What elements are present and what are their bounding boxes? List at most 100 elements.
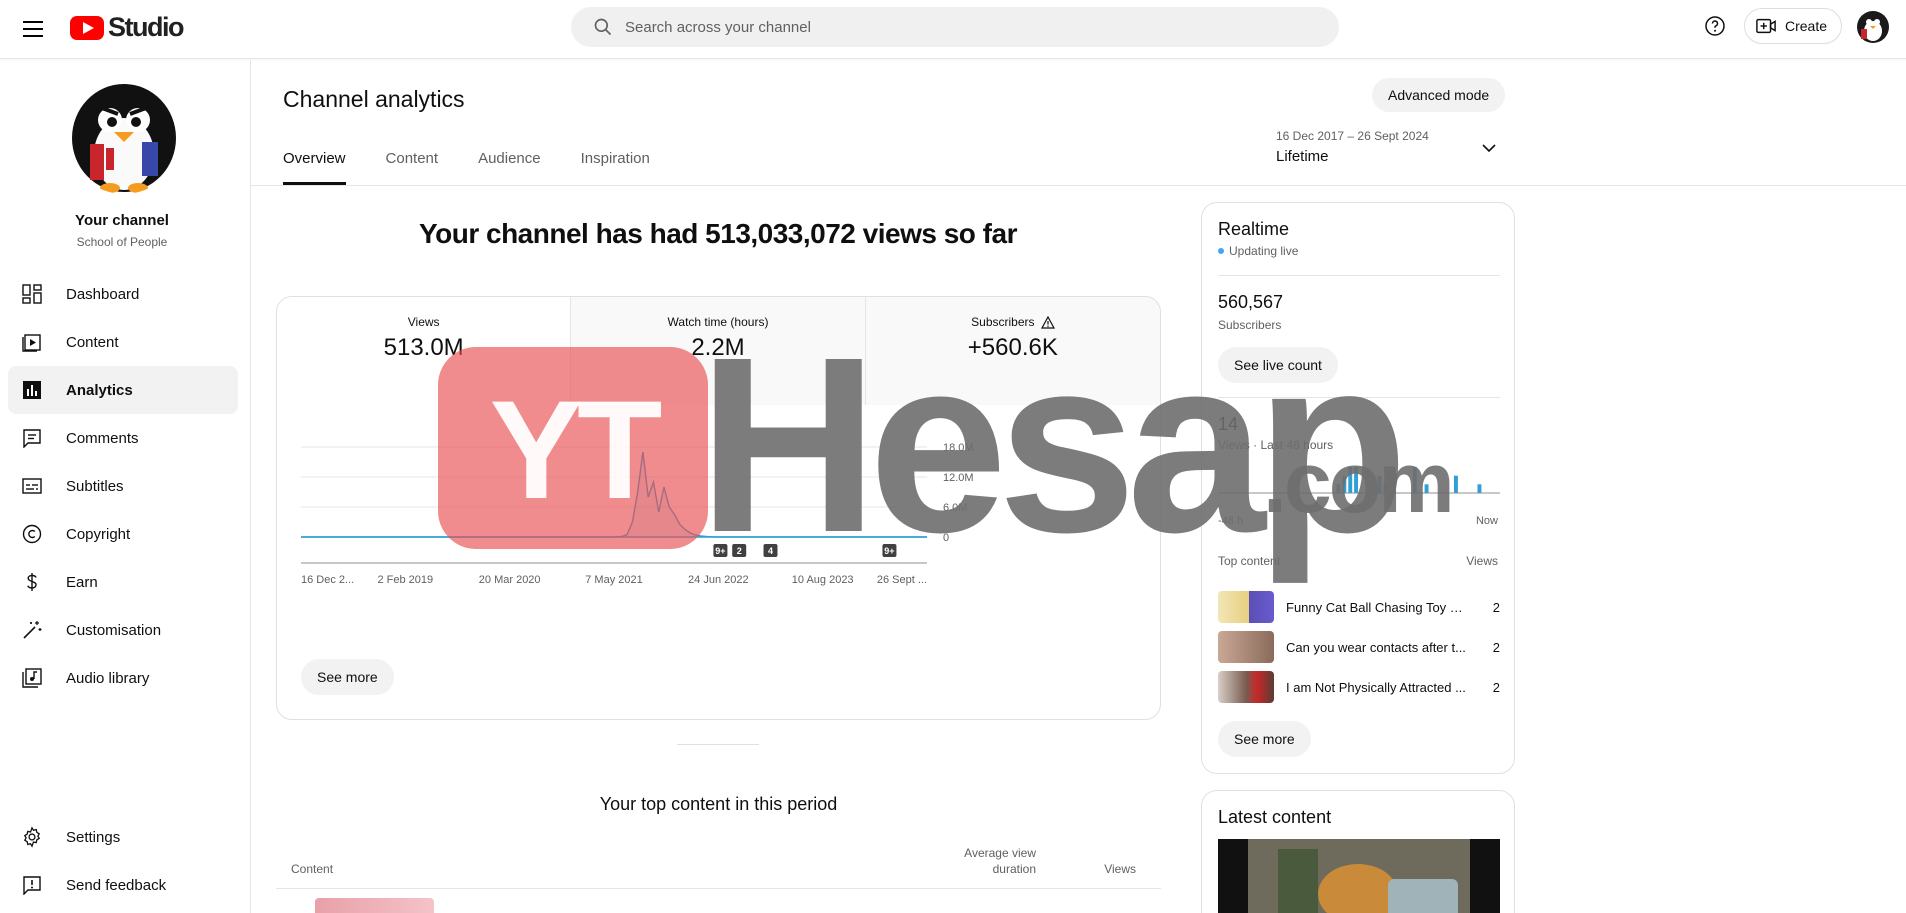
sidebar-item-comments[interactable]: Comments <box>8 414 238 462</box>
sidebar-item-earn[interactable]: Earn <box>8 558 238 606</box>
page-title: Channel analytics <box>283 86 465 112</box>
realtime-bar[interactable] <box>1454 475 1458 493</box>
sidebar-item-send-feedback[interactable]: Send feedback <box>8 861 238 909</box>
tab-inspiration[interactable]: Inspiration <box>581 150 650 185</box>
top-content-views-label: Views <box>1466 554 1498 568</box>
sidebar-bottom-nav: Settings Send feedback <box>8 813 238 909</box>
sidebar-item-label: Earn <box>66 573 98 591</box>
list-item[interactable]: I am Not Physically Attracted ... 2 <box>1218 667 1500 707</box>
see-more-button[interactable]: See more <box>301 659 394 695</box>
video-title: I am Not Physically Attracted ... <box>1286 679 1466 695</box>
video-thumbnail <box>1218 631 1274 663</box>
metric-subscribers[interactable]: Subscribers +560.6K <box>865 297 1160 405</box>
top-content-label: Top content <box>1218 554 1281 568</box>
realtime-bar[interactable] <box>1377 475 1382 493</box>
tab-audience[interactable]: Audience <box>478 150 541 185</box>
column-header-views[interactable]: Views <box>1066 862 1136 876</box>
overview-card: Views 513.0M Watch time (hours) 2.2M Sub… <box>276 296 1161 720</box>
metric-label: Watch time (hours) <box>667 315 769 329</box>
metric-watch-time[interactable]: Watch time (hours) 2.2M <box>571 297 866 405</box>
channel-avatar[interactable] <box>68 82 180 194</box>
help-icon[interactable] <box>1703 14 1727 38</box>
realtime-bar[interactable] <box>1342 475 1347 493</box>
logo-text: Studio <box>108 12 184 42</box>
video-views: 2 <box>1492 679 1500 695</box>
metric-label-row: Subscribers <box>866 315 1160 329</box>
realtime-status: Updating live <box>1218 244 1298 258</box>
sidebar: Your channel School of People Dashboard … <box>0 60 251 913</box>
customisation-icon <box>20 618 44 642</box>
realtime-bar[interactable] <box>1336 484 1341 493</box>
create-button[interactable]: Create <box>1744 8 1843 44</box>
x-tick-label: 26 Sept ... <box>877 574 927 586</box>
realtime-subscribers: 560,567 <box>1218 292 1284 312</box>
tab-overview[interactable]: Overview <box>283 150 346 185</box>
metric-label: Subscribers <box>971 315 1035 329</box>
list-item[interactable]: Funny Cat Ball Chasing Toy - ... 2 <box>1218 587 1500 627</box>
realtime-bar[interactable] <box>1424 484 1429 493</box>
sidebar-item-settings[interactable]: Settings <box>8 813 238 861</box>
realtime-bar[interactable] <box>1477 484 1482 493</box>
top-content-thumbnail[interactable] <box>315 898 434 913</box>
x-tick-label: 2 Feb 2019 <box>378 574 434 586</box>
realtime-bar[interactable] <box>1348 467 1353 493</box>
warning-icon[interactable] <box>1040 315 1055 329</box>
video-thumbnail <box>1218 671 1274 703</box>
create-label: Create <box>1785 18 1828 34</box>
comments-icon <box>20 426 44 450</box>
realtime-views: 14 <box>1218 414 1239 434</box>
sidebar-item-content[interactable]: Content <box>8 318 238 366</box>
sidebar-item-dashboard[interactable]: Dashboard <box>8 270 238 318</box>
studio-logo[interactable]: Studio <box>70 12 184 43</box>
x-tick-label: 20 Mar 2020 <box>479 574 541 586</box>
sidebar-item-subtitles[interactable]: Subtitles <box>8 462 238 510</box>
list-item[interactable]: Can you wear contacts after t... 2 <box>1218 627 1500 667</box>
advanced-mode-button[interactable]: Advanced mode <box>1372 78 1506 112</box>
realtime-see-more-button[interactable]: See more <box>1218 721 1311 757</box>
tab-content[interactable]: Content <box>386 150 439 185</box>
video-views: 2 <box>1492 639 1500 655</box>
menu-icon[interactable] <box>20 16 46 42</box>
sidebar-item-label: Content <box>66 333 119 351</box>
sidebar-item-label: Subtitles <box>66 477 124 495</box>
date-range-picker[interactable]: 16 Dec 2017 – 26 Sept 2024 Lifetime <box>1276 129 1500 169</box>
latest-content-title: Latest content <box>1218 807 1332 827</box>
latest-video-thumbnail[interactable] <box>1218 839 1500 913</box>
section-divider <box>677 744 759 745</box>
sidebar-item-copyright[interactable]: Copyright <box>8 510 238 558</box>
views-line-chart[interactable]: 0 6.0M 12.0M 18.0M 9+ 2 4 9+ 16 Dec 2... 2 Feb 20… <box>277 437 1161 637</box>
search-bar[interactable] <box>571 7 1339 47</box>
series-area <box>301 452 927 537</box>
metric-label: Views <box>407 315 440 329</box>
column-header-content[interactable]: Content <box>291 862 333 876</box>
sidebar-item-analytics[interactable]: Analytics <box>8 366 238 414</box>
sidebar-item-customisation[interactable]: Customisation <box>8 606 238 654</box>
sidebar-item-label: Audio library <box>66 669 150 687</box>
sidebar-item-audio-library[interactable]: Audio library <box>8 654 238 702</box>
x-tick-label: 10 Aug 2023 <box>792 574 854 586</box>
realtime-bar[interactable] <box>1412 467 1417 493</box>
tabs-divider <box>251 185 1906 186</box>
y-tick-label: 6.0M <box>943 502 967 514</box>
realtime-title: Realtime <box>1218 219 1290 239</box>
search-input[interactable] <box>625 18 1305 36</box>
content-icon <box>20 330 44 354</box>
subtitles-icon <box>20 474 44 498</box>
realtime-bar[interactable] <box>1383 484 1388 493</box>
realtime-bar-chart[interactable] <box>1218 465 1500 509</box>
chevron-down-icon <box>1482 144 1496 153</box>
top-content-title: Your top content in this period <box>599 794 838 814</box>
column-header-avd-line2: duration <box>992 862 1036 876</box>
account-avatar[interactable] <box>1856 10 1890 44</box>
divider <box>1218 397 1500 398</box>
search-icon[interactable] <box>581 17 625 37</box>
column-header-avd-line1: Average view <box>964 846 1036 860</box>
see-live-count-button[interactable]: See live count <box>1218 347 1338 383</box>
metric-views[interactable]: Views 513.0M <box>277 297 572 405</box>
realtime-axis-start: -48 h <box>1218 515 1244 527</box>
channel-title: Your channel <box>75 212 169 229</box>
realtime-bar[interactable] <box>1354 467 1358 493</box>
earn-icon <box>20 570 44 594</box>
column-header-avd[interactable]: Average view duration <box>926 845 1036 877</box>
realtime-views-label: Views · Last 48 hours <box>1218 438 1334 452</box>
